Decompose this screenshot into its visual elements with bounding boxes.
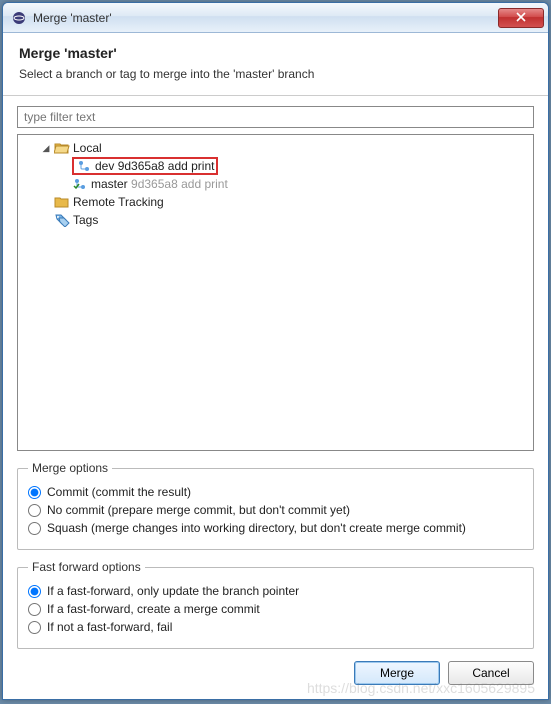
radio-squash-label: Squash (merge changes into working direc…: [47, 521, 466, 535]
button-bar: Merge Cancel: [3, 649, 548, 699]
branch-icon: [76, 158, 92, 174]
ff-opt-fail[interactable]: If not a fast-forward, fail: [28, 620, 523, 634]
radio-ff-merge[interactable]: [28, 603, 41, 616]
merge-opt-squash[interactable]: Squash (merge changes into working direc…: [28, 521, 523, 535]
ff-options-legend: Fast forward options: [28, 560, 145, 574]
radio-ff-update[interactable]: [28, 585, 41, 598]
tree-node-remote[interactable]: Remote Tracking: [24, 193, 527, 211]
radio-nocommit[interactable]: [28, 504, 41, 517]
radio-nocommit-label: No commit (prepare merge commit, but don…: [47, 503, 350, 517]
folder-open-icon: [54, 140, 70, 156]
page-title: Merge 'master': [19, 45, 532, 61]
merge-opt-nocommit[interactable]: No commit (prepare merge commit, but don…: [28, 503, 523, 517]
branch-checked-icon: [72, 176, 88, 192]
branch-master-name: master: [91, 177, 128, 191]
dialog-window: Merge 'master' Merge 'master' Select a b…: [2, 2, 549, 700]
branch-master-msg: add print: [181, 177, 228, 191]
ff-opt-merge[interactable]: If a fast-forward, create a merge commit: [28, 602, 523, 616]
merge-button[interactable]: Merge: [354, 661, 440, 685]
header: Merge 'master' Select a branch or tag to…: [3, 33, 548, 96]
remote-label: Remote Tracking: [73, 195, 164, 209]
radio-ff-update-label: If a fast-forward, only update the branc…: [47, 584, 299, 598]
cancel-button[interactable]: Cancel: [448, 661, 534, 685]
body: ◢ Local dev 9d365a8 add print: [3, 96, 548, 649]
expand-icon[interactable]: [40, 196, 52, 208]
tree-branch-master[interactable]: master 9d365a8 add print: [24, 175, 527, 193]
content: Merge 'master' Select a branch or tag to…: [3, 33, 548, 699]
tags-icon: [54, 212, 70, 228]
local-label: Local: [73, 141, 102, 155]
branch-dev-name: dev: [95, 159, 114, 173]
eclipse-icon: [11, 10, 27, 26]
tree-node-tags[interactable]: Tags: [24, 211, 527, 229]
branch-dev-msg: add print: [168, 159, 215, 173]
collapse-icon[interactable]: ◢: [40, 142, 52, 154]
radio-ff-merge-label: If a fast-forward, create a merge commit: [47, 602, 260, 616]
titlebar[interactable]: Merge 'master': [3, 3, 548, 33]
merge-opt-commit[interactable]: Commit (commit the result): [28, 485, 523, 499]
close-button[interactable]: [498, 8, 544, 28]
ff-options-group: Fast forward options If a fast-forward, …: [17, 560, 534, 649]
tree-node-local[interactable]: ◢ Local: [24, 139, 527, 157]
tags-label: Tags: [73, 213, 98, 227]
selection-highlight: dev 9d365a8 add print: [72, 157, 218, 175]
expand-icon[interactable]: [40, 214, 52, 226]
folder-icon: [54, 194, 70, 210]
tree-branch-dev[interactable]: dev 9d365a8 add print: [24, 157, 527, 175]
branch-dev-hash: 9d365a8: [118, 159, 165, 173]
window-title: Merge 'master': [33, 11, 498, 25]
ff-opt-update[interactable]: If a fast-forward, only update the branc…: [28, 584, 523, 598]
page-subtitle: Select a branch or tag to merge into the…: [19, 67, 532, 81]
filter-input[interactable]: [17, 106, 534, 128]
branch-tree[interactable]: ◢ Local dev 9d365a8 add print: [17, 134, 534, 451]
merge-options-group: Merge options Commit (commit the result)…: [17, 461, 534, 550]
close-icon: [516, 11, 526, 25]
merge-options-legend: Merge options: [28, 461, 112, 475]
radio-ff-fail-label: If not a fast-forward, fail: [47, 620, 172, 634]
radio-ff-fail[interactable]: [28, 621, 41, 634]
branch-master-hash: 9d365a8: [131, 177, 178, 191]
radio-commit[interactable]: [28, 486, 41, 499]
radio-squash[interactable]: [28, 522, 41, 535]
radio-commit-label: Commit (commit the result): [47, 485, 191, 499]
